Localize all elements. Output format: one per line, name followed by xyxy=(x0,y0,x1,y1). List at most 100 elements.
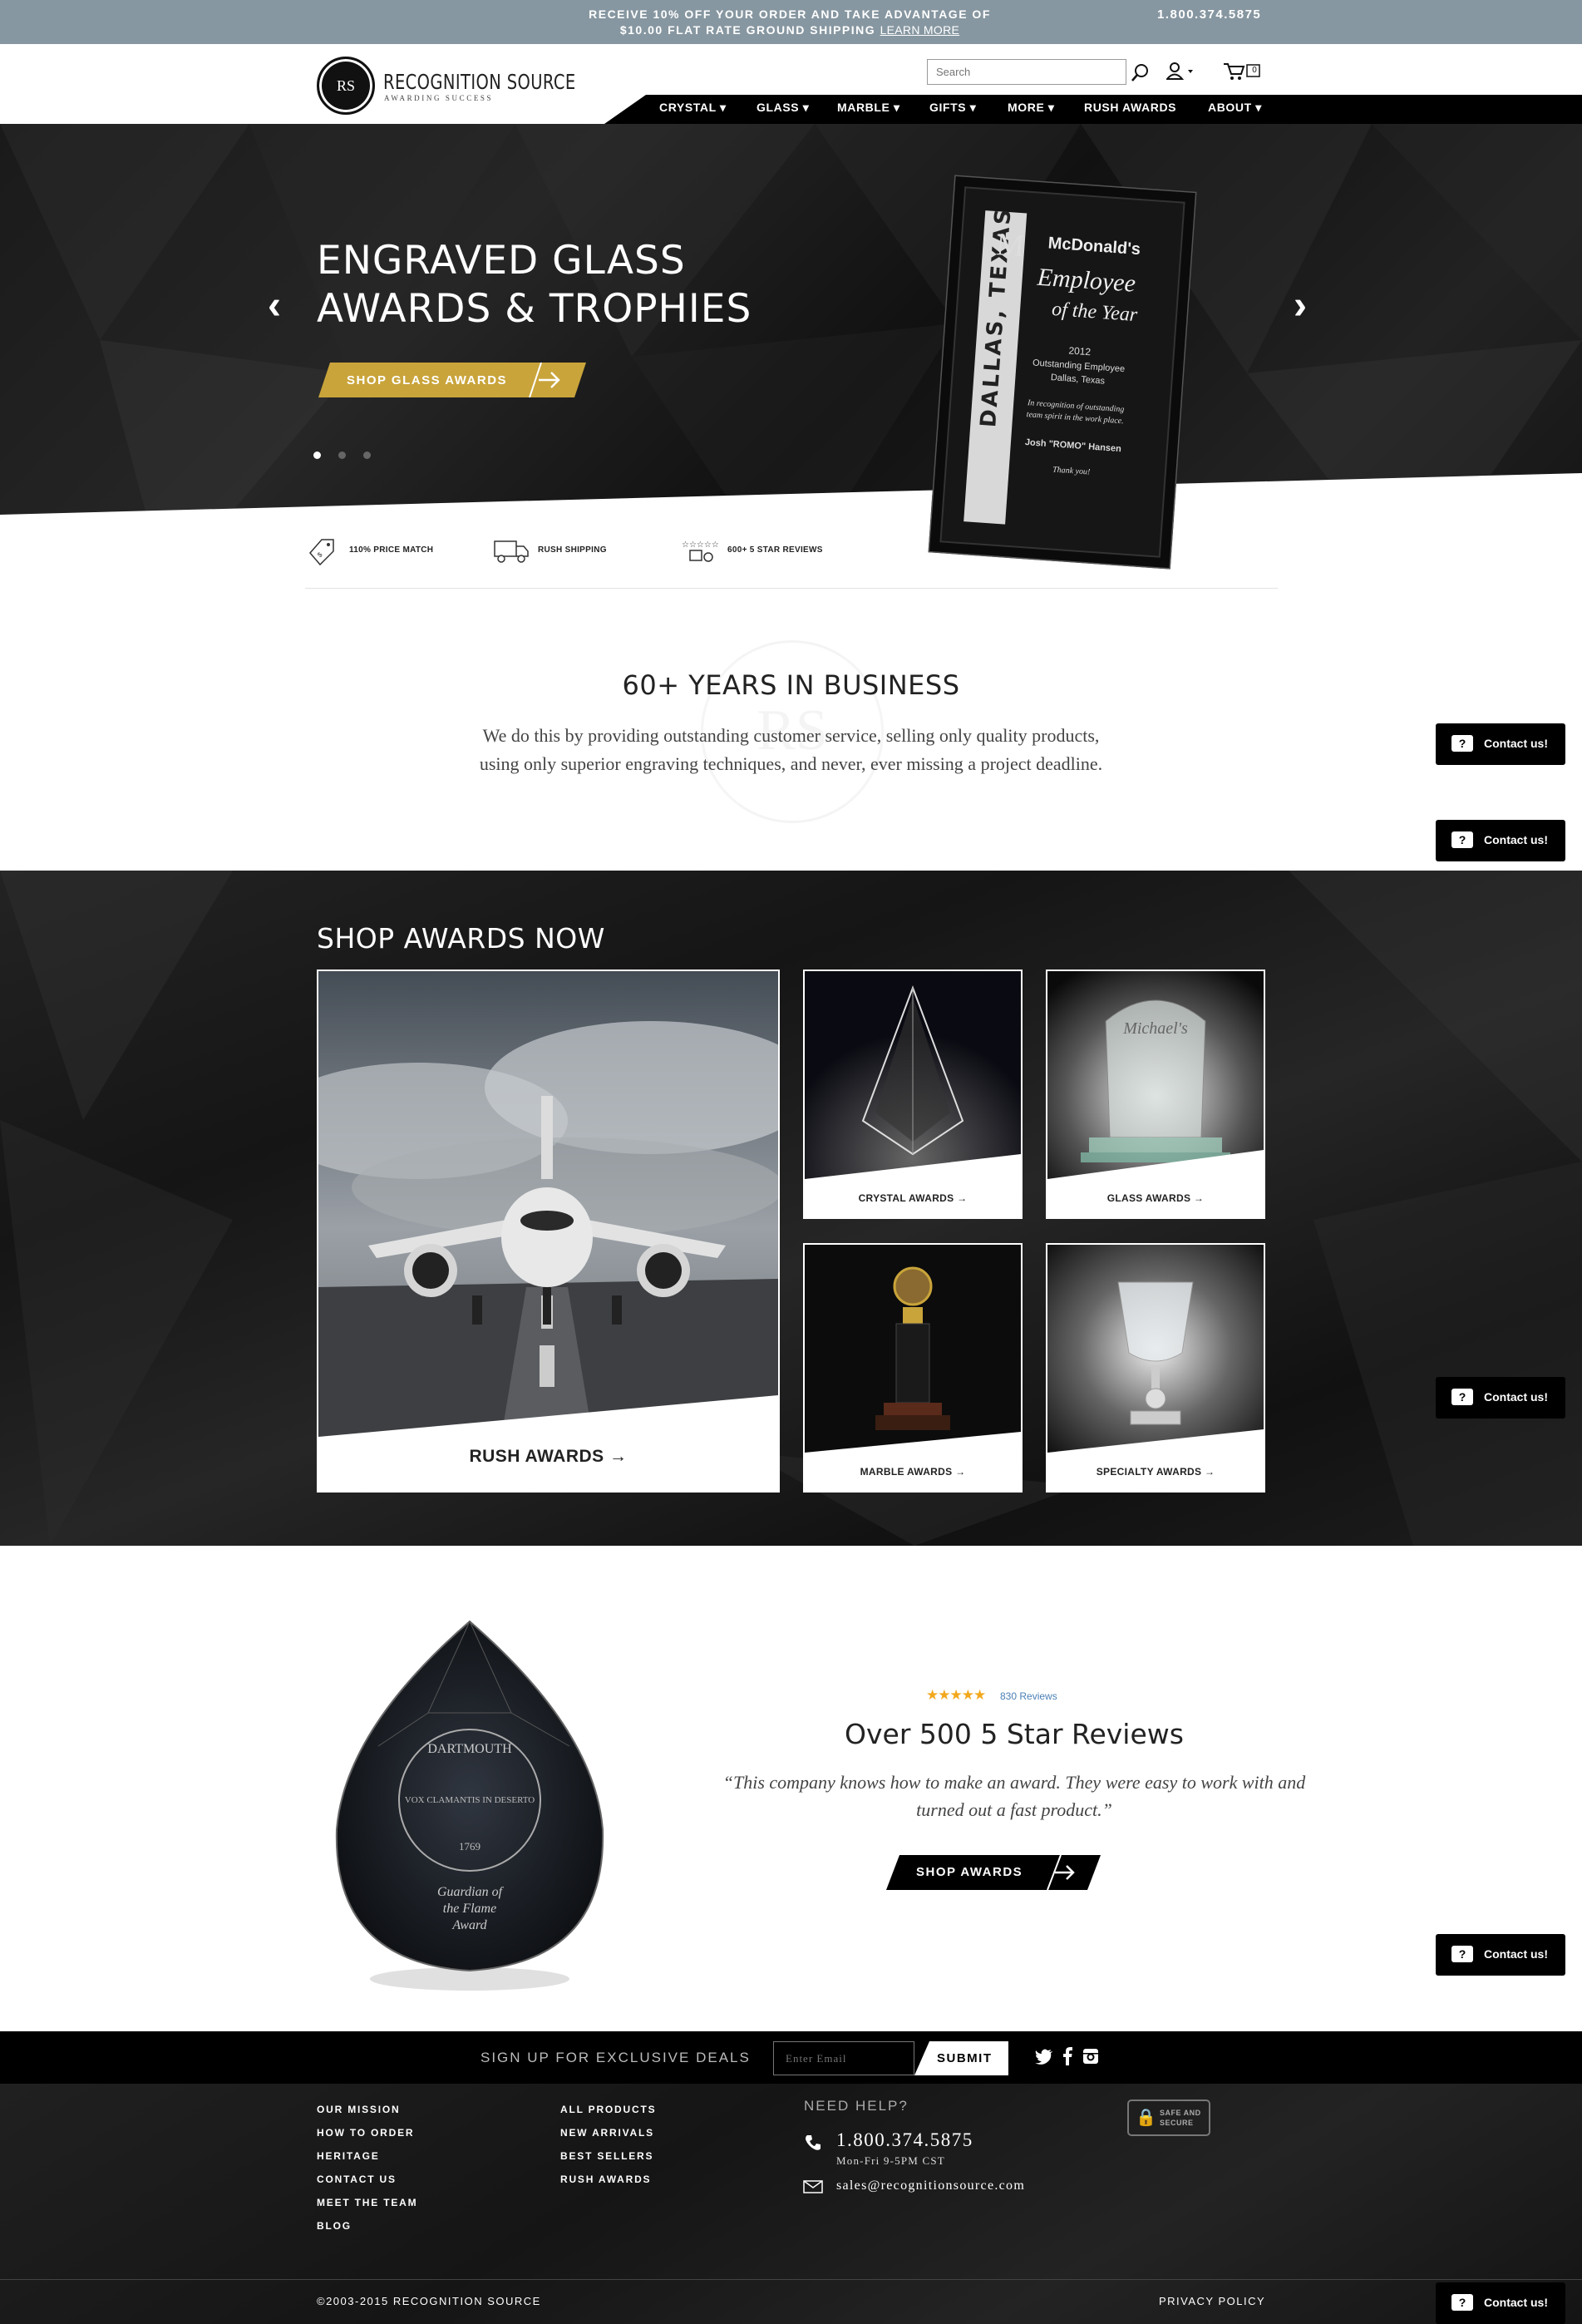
svg-text:1769: 1769 xyxy=(459,1840,481,1853)
nav-marble[interactable]: MARBLE ▾ xyxy=(837,101,900,115)
shop-card-glass-awards[interactable]: Michael's GLASS AWARDS → xyxy=(1046,970,1265,1219)
instagram-icon[interactable] xyxy=(1082,2048,1099,2065)
star-reviews-icon: ☆☆☆☆☆ xyxy=(682,540,719,562)
contact-us-button[interactable]: ? Contact us! xyxy=(1436,723,1565,765)
promo-phone[interactable]: 1.800.374.5875 xyxy=(1157,7,1261,22)
shop-card-rush-awards[interactable]: RUSH AWARDS → xyxy=(317,970,780,1493)
footer-link-heritage[interactable]: HERITAGE xyxy=(317,2150,380,2162)
signup-label: SIGN UP FOR EXCLUSIVE DEALS xyxy=(481,2050,751,2065)
arrow-right-icon: → xyxy=(1204,1466,1215,1478)
site-footer xyxy=(0,2084,1582,2324)
slide-dot-1[interactable] xyxy=(313,451,321,459)
svg-text:VOX CLAMANTIS IN DESERTO: VOX CLAMANTIS IN DESERTO xyxy=(405,1795,535,1805)
search-icon[interactable] xyxy=(1131,62,1151,82)
footer-link-best-sellers[interactable]: BEST SELLERS xyxy=(560,2150,653,2162)
footer-link-blog[interactable]: BLOG xyxy=(317,2220,352,2232)
chat-icon: ? xyxy=(1451,1389,1473,1405)
chat-icon: ? xyxy=(1451,831,1473,848)
footer-link-meet-the-team[interactable]: MEET THE TEAM xyxy=(317,2197,417,2208)
privacy-policy-link[interactable]: PRIVACY POLICY xyxy=(1159,2295,1265,2307)
marble-awards-label: MARBLE AWARDS → xyxy=(860,1466,966,1478)
footer-link-new-arrivals[interactable]: NEW ARRIVALS xyxy=(560,2127,654,2139)
logo-monogram: RS xyxy=(336,77,356,94)
svg-text:Award: Award xyxy=(451,1918,487,1932)
airplane-image xyxy=(318,971,778,1437)
price-tag-icon: $ xyxy=(309,539,334,566)
shop-glass-awards-label[interactable]: SHOP GLASS AWARDS xyxy=(347,373,507,387)
logo-mark[interactable]: RS xyxy=(317,57,375,115)
shop-awards-title: SHOP AWARDS NOW xyxy=(317,922,605,955)
shop-card-specialty-awards[interactable]: SPECIALTY AWARDS → xyxy=(1046,1243,1265,1493)
footer-link-how-to-order[interactable]: HOW TO ORDER xyxy=(317,2127,414,2139)
feature-price-match: 110% PRICE MATCH xyxy=(349,545,434,555)
contact-us-button[interactable]: ? Contact us! xyxy=(1436,1377,1565,1419)
account-icon[interactable] xyxy=(1166,62,1196,81)
promo-line-1: RECEIVE 10% OFF YOUR ORDER AND TAKE ADVA… xyxy=(589,7,991,21)
twitter-icon[interactable] xyxy=(1035,2049,1053,2065)
review-count-link[interactable]: 830 Reviews xyxy=(1000,1690,1057,1702)
slide-dot-2[interactable] xyxy=(338,451,346,459)
logo-name[interactable]: RECOGNITION SOURCE xyxy=(383,70,576,94)
nav-gifts[interactable]: GIFTS ▾ xyxy=(929,101,976,115)
email-icon xyxy=(803,2180,823,2193)
arrow-right-icon: → xyxy=(955,1466,966,1478)
arrow-right-icon: → xyxy=(957,1192,968,1204)
feature-rush-shipping: RUSH SHIPPING xyxy=(538,545,607,555)
cart-count: 0 xyxy=(1252,66,1257,75)
divider xyxy=(305,588,1278,589)
phone-icon xyxy=(806,2135,821,2150)
about-text: We do this by providing outstanding cust… xyxy=(479,725,1103,774)
contact-us-button[interactable]: ? Contact us! xyxy=(1436,820,1565,861)
nav-rush-awards[interactable]: RUSH AWARDS xyxy=(1084,101,1176,114)
svg-text:DARTMOUTH: DARTMOUTH xyxy=(427,1742,512,1756)
shop-card-crystal-awards[interactable]: CRYSTAL AWARDS → xyxy=(803,970,1023,1219)
nav-more[interactable]: MORE ▾ xyxy=(1008,101,1055,115)
logo-tagline: AWARDING SUCCESS xyxy=(384,94,494,102)
svg-text:2012: 2012 xyxy=(1068,344,1092,358)
lock-icon: 🔒 xyxy=(1136,2109,1156,2127)
hero-bottom-slant xyxy=(0,473,1582,590)
glass-award-image: Michael's xyxy=(1047,971,1264,1179)
crystal-awards-label: CRYSTAL AWARDS → xyxy=(858,1192,968,1204)
footer-divider xyxy=(0,2279,1582,2280)
slide-dot-3[interactable] xyxy=(363,451,371,459)
footer-link-all-products[interactable]: ALL PRODUCTS xyxy=(560,2104,656,2115)
chat-icon: ? xyxy=(1451,735,1473,752)
footer-phone[interactable]: 1.800.374.5875 xyxy=(836,2129,973,2151)
learn-more-link[interactable]: LEARN MORE xyxy=(880,23,960,37)
glass-awards-label: GLASS AWARDS → xyxy=(1106,1192,1205,1204)
nav-about[interactable]: ABOUT ▾ xyxy=(1208,101,1262,115)
hero-next-arrow[interactable]: › xyxy=(1294,283,1307,328)
need-help-heading: NEED HELP? xyxy=(804,2098,909,2114)
facebook-icon[interactable] xyxy=(1062,2047,1072,2065)
svg-text:Michael's: Michael's xyxy=(1122,1019,1188,1038)
nav-crystal[interactable]: CRYSTAL ▾ xyxy=(659,101,727,115)
review-quote: “This company knows how to make an award… xyxy=(722,1772,1306,1820)
marble-award-image xyxy=(805,1245,1021,1453)
contact-us-button[interactable]: ? Contact us! xyxy=(1436,1934,1565,1976)
contact-us-button[interactable]: ? Contact us! xyxy=(1436,2282,1565,2324)
copyright: ©2003-2015 RECOGNITION SOURCE xyxy=(317,2295,541,2307)
svg-text:☆☆☆☆☆: ☆☆☆☆☆ xyxy=(682,540,719,550)
shop-awards-label[interactable]: SHOP AWARDS xyxy=(916,1865,1023,1879)
email-input[interactable] xyxy=(773,2041,914,2075)
shop-card-marble-awards[interactable]: MARBLE AWARDS → xyxy=(803,1243,1023,1493)
search-input[interactable] xyxy=(927,59,1126,85)
star-rating: ★★★★★ xyxy=(926,1687,986,1703)
safe-and-secure-badge: 🔒 SAFE AND SECURE xyxy=(1127,2099,1210,2136)
crystal-award-image xyxy=(805,971,1021,1179)
arrow-right-icon: → xyxy=(609,1447,628,1466)
dartmouth-award-image: DARTMOUTH VOX CLAMANTIS IN DESERTO 1769 … xyxy=(335,1620,604,1991)
hero-title: ENGRAVED GLASS AWARDS & TROPHIES xyxy=(317,238,752,332)
footer-link-our-mission[interactable]: OUR MISSION xyxy=(317,2104,400,2115)
hero-prev-arrow[interactable]: ‹ xyxy=(268,283,281,328)
hero-slider xyxy=(0,124,1582,590)
chat-icon: ? xyxy=(1451,2294,1473,2311)
submit-button[interactable]: SUBMIT xyxy=(914,2041,1008,2075)
nav-glass[interactable]: GLASS ▾ xyxy=(757,101,809,115)
feature-star-reviews: 600+ 5 STAR REVIEWS xyxy=(727,545,823,555)
footer-email[interactable]: sales@recognitionsource.com xyxy=(836,2178,1025,2193)
footer-link-rush-awards[interactable]: RUSH AWARDS xyxy=(560,2174,651,2185)
promo-text: RECEIVE 10% OFF YOUR ORDER AND TAKE ADVA… xyxy=(532,7,1047,38)
footer-link-contact-us[interactable]: CONTACT US xyxy=(317,2174,397,2185)
